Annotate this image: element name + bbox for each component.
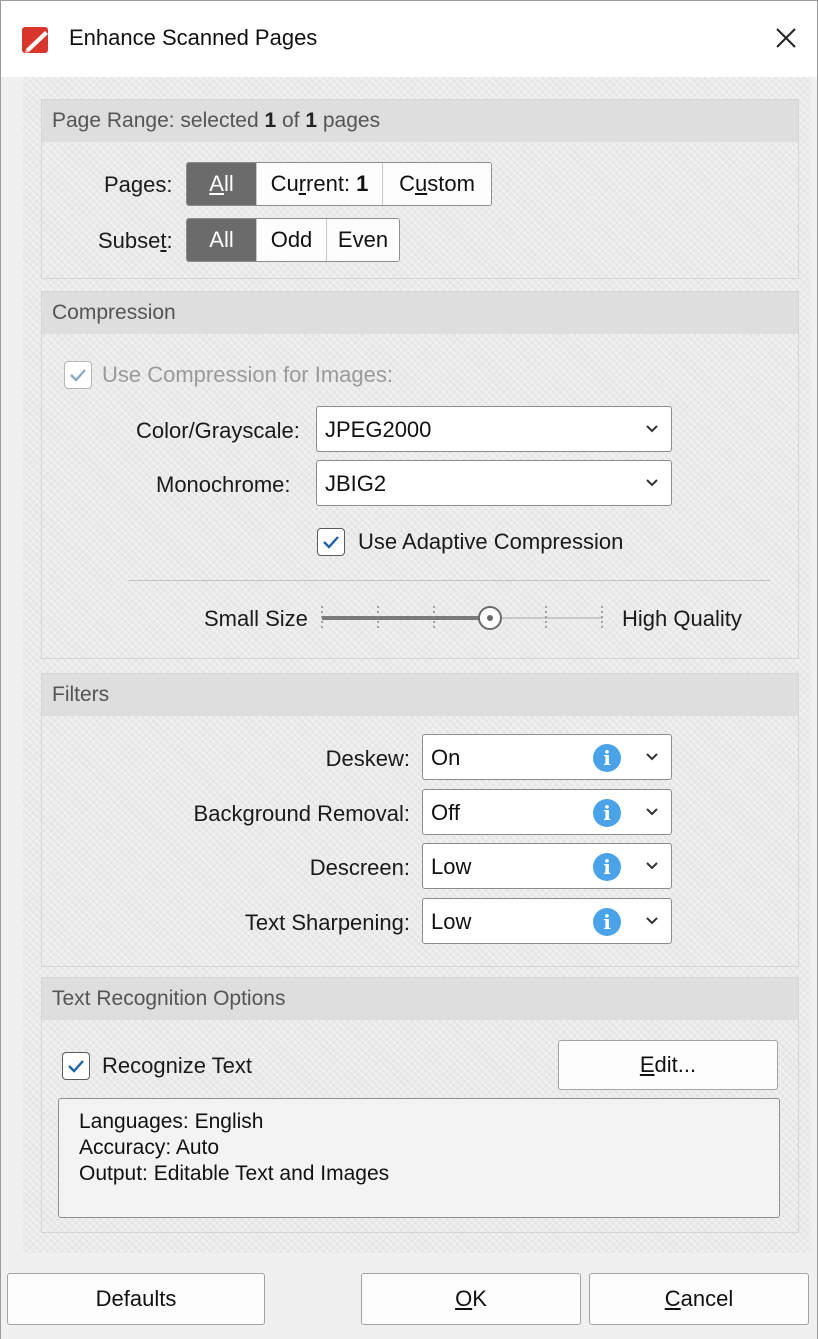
- page-range-group: Page Range: selected 1 of 1 pages Pages:…: [41, 99, 799, 279]
- recognize-text-label: Recognize Text: [102, 1053, 253, 1078]
- ocr-details-box: Languages: English Accuracy: Auto Output…: [58, 1098, 780, 1218]
- deskew-label: Deskew:: [325, 746, 410, 771]
- ocr-output-line: Output: Editable Text and Images: [79, 1162, 390, 1185]
- use-compression-label: Use Compression for Images:: [102, 362, 393, 387]
- info-icon[interactable]: i: [593, 908, 621, 936]
- ok-button[interactable]: OK: [361, 1273, 581, 1325]
- descreen-value: Low: [431, 854, 472, 879]
- subset-odd-option[interactable]: Odd: [257, 219, 327, 261]
- chevron-down-icon: [646, 425, 658, 433]
- filters-header: Filters: [42, 674, 798, 716]
- text-sharpening-value: Low: [431, 909, 472, 934]
- text-sharpening-label: Text Sharpening:: [244, 910, 410, 935]
- app-logo-icon: [22, 27, 48, 53]
- compression-header: Compression: [42, 292, 798, 334]
- dialog-footer: Defaults OK Cancel: [1, 1253, 817, 1339]
- chevron-down-icon: [646, 479, 658, 487]
- recognize-text-checkbox[interactable]: [62, 1052, 90, 1080]
- checkmark-icon: [323, 536, 339, 549]
- monochrome-label: Monochrome:: [156, 472, 291, 497]
- subset-even-option[interactable]: Even: [327, 219, 399, 261]
- compression-group: Compression Use Compression for Images: …: [41, 291, 799, 659]
- text-recognition-group: Text Recognition Options Recognize Text …: [41, 977, 799, 1233]
- compression-divider: [128, 580, 770, 581]
- background-removal-select[interactable]: Off i: [422, 789, 672, 835]
- defaults-button[interactable]: Defaults: [7, 1273, 265, 1325]
- checkmark-icon: [70, 369, 86, 382]
- cancel-button[interactable]: Cancel: [589, 1273, 809, 1325]
- page-range-header: Page Range: selected 1 of 1 pages: [42, 100, 798, 142]
- adaptive-compression-checkbox[interactable]: [317, 528, 345, 556]
- title-bar: Enhance Scanned Pages: [1, 1, 817, 77]
- info-icon[interactable]: i: [593, 853, 621, 881]
- color-grayscale-select[interactable]: JPEG2000: [316, 406, 672, 452]
- subset-all-option[interactable]: All: [187, 219, 257, 261]
- color-grayscale-value: JPEG2000: [325, 417, 432, 442]
- chevron-down-icon: [646, 917, 658, 925]
- background-removal-value: Off: [431, 800, 460, 825]
- text-sharpening-select[interactable]: Low i: [422, 898, 672, 944]
- ocr-accuracy-line: Accuracy: Auto: [79, 1136, 220, 1159]
- chevron-down-icon: [646, 808, 658, 816]
- use-compression-checkbox[interactable]: [64, 361, 92, 389]
- subset-segmented: All Odd Even: [186, 218, 400, 262]
- edit-button[interactable]: Edit...: [558, 1040, 778, 1090]
- dialog-body: Page Range: selected 1 of 1 pages Pages:…: [23, 77, 811, 1253]
- info-icon[interactable]: i: [593, 744, 621, 772]
- descreen-label: Descreen:: [309, 855, 410, 880]
- filters-group: Filters Deskew: On i Background Removal:…: [41, 673, 799, 967]
- deskew-select[interactable]: On i: [422, 734, 672, 780]
- dialog-window: Enhance Scanned Pages Page Range: select…: [0, 0, 818, 1339]
- pages-custom-option[interactable]: Cu stom: [383, 163, 491, 205]
- chevron-down-icon: [646, 753, 658, 761]
- slider-max-label: High Quality: [622, 606, 742, 631]
- checkmark-icon: [68, 1060, 84, 1073]
- window-title: Enhance Scanned Pages: [69, 25, 318, 50]
- ocr-languages-line: Languages: English: [79, 1110, 264, 1133]
- background-removal-label: Background Removal:: [193, 801, 410, 826]
- monochrome-value: JBIG2: [325, 471, 387, 496]
- pages-label: Pages:: [104, 172, 173, 197]
- pages-current-option[interactable]: Cu r rent: 1: [257, 163, 383, 205]
- close-button[interactable]: [763, 17, 809, 59]
- chevron-down-icon: [646, 862, 658, 870]
- pages-segmented: All Cu r rent: 1 Cu stom: [186, 162, 492, 206]
- adaptive-compression-label: Use Adaptive Compression: [358, 529, 624, 554]
- pages-all-option[interactable]: All: [187, 163, 257, 205]
- close-icon: [776, 28, 796, 48]
- text-recognition-header: Text Recognition Options: [42, 978, 798, 1020]
- monochrome-select[interactable]: JBIG2: [316, 460, 672, 506]
- deskew-value: On: [431, 745, 461, 770]
- info-icon[interactable]: i: [593, 799, 621, 827]
- color-grayscale-label: Color/Grayscale:: [136, 418, 300, 443]
- descreen-select[interactable]: Low i: [422, 843, 672, 889]
- slider-min-label: Small Size: [204, 606, 308, 631]
- subset-label: Subset:: [98, 228, 173, 253]
- quality-slider[interactable]: [314, 598, 610, 638]
